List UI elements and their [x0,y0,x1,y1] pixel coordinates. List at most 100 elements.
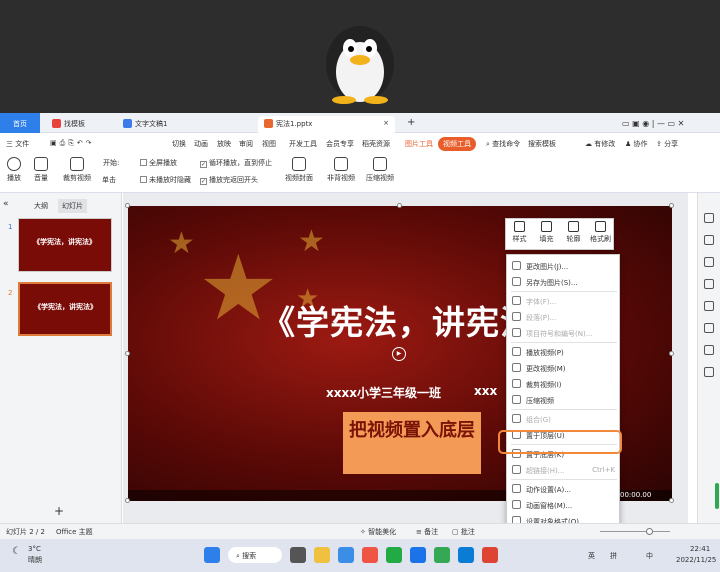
video-play-icon[interactable]: ▶ [392,347,406,361]
compress-button[interactable]: 压缩视频 [363,157,397,183]
file-menu[interactable]: 三 文件 [6,139,29,149]
menu-item[interactable]: 切换 [172,139,186,149]
tab-outline[interactable]: 大纲 [34,201,48,211]
context-menu-item[interactable]: 更改图片(J)... [507,258,619,274]
play-button[interactable]: 播放 [4,157,24,183]
window-controls[interactable]: ▭ ▣ ◉ | — ▭ ✕ [616,116,690,133]
ime-extra[interactable]: 中 [646,551,653,561]
select-icon[interactable] [704,279,714,289]
wechat-icon[interactable] [386,547,402,563]
rewind-checkbox[interactable]: ✓ 播放完返回开头 [200,175,258,185]
resize-handle[interactable] [125,203,130,208]
search-template[interactable]: 搜索模板 [528,139,556,149]
context-menu-item[interactable]: 播放视频(P) [507,344,619,360]
fullscreen-checkbox[interactable]: 全屏播放 [140,158,177,168]
hide-checkbox[interactable]: 未播放时隐藏 [140,175,191,185]
animation-icon[interactable] [704,257,714,267]
resize-handle[interactable] [125,498,130,503]
share-button[interactable]: ⇪ 分享 [656,139,678,149]
slide-thumb-2[interactable]: 《学宪法，讲宪法》 [18,282,112,336]
new-tab-button[interactable]: + [401,114,421,131]
slide-subtitle[interactable]: xxxx小学三年级一班 [326,384,441,401]
quick-access-icons[interactable]: ▣⎙⎘↶↷ [50,139,95,148]
tab-home[interactable]: 首页 [0,113,40,133]
explorer-icon[interactable] [314,547,330,563]
context-menu-item[interactable]: 压缩视频 [507,392,619,408]
cover-button[interactable]: 视频封面 [282,157,316,183]
context-menu-item[interactable]: 另存为图片(S)... [507,274,619,290]
scrollbar[interactable] [715,483,719,509]
tab-slides[interactable]: 幻灯片 [58,199,87,213]
add-slide-button[interactable]: + [54,504,64,518]
menu-video-tools[interactable]: 视频工具 [438,137,476,151]
edge-icon[interactable] [458,547,474,563]
menu-item[interactable]: 放映 [217,139,231,149]
context-menu-item[interactable]: 段落(P)... [507,309,619,325]
outline-button[interactable]: 轮廓 [561,221,586,244]
notes-button[interactable]: ≡ 备注 [416,527,438,537]
taskview-icon[interactable] [290,547,306,563]
clock-date[interactable]: 2022/11/25 [676,556,716,564]
unsaved-status[interactable]: ☁ 有修改 [585,139,615,149]
bg-video-button[interactable]: 非背视频 [324,157,358,183]
menu-item[interactable]: 开发工具 [289,139,317,149]
design-icon[interactable] [704,235,714,245]
menu-image-tools[interactable]: 图片工具 [405,139,433,149]
help-icon[interactable] [704,345,714,355]
taskbar-search[interactable]: ⌕ 搜索 [228,547,282,563]
context-menu-item[interactable]: 组合(G) [507,411,619,427]
context-menu-item[interactable]: 字体(F)... [507,293,619,309]
context-menu-item[interactable]: 超链接(H)... Ctrl+K [507,462,619,478]
loop-checkbox[interactable]: ✓ 循环播放，直到停止 [200,158,272,168]
tab-document[interactable]: 文字文稿1 [117,116,173,133]
style-button[interactable]: 样式 [507,221,532,244]
menu-item[interactable]: 视图 [262,139,276,149]
tab-pptx[interactable]: 宪法1.pptx × [258,116,395,133]
start-select[interactable]: 单击 [102,175,116,185]
clip-video-button[interactable]: 裁剪视频 [60,157,94,183]
resize-handle[interactable] [397,203,402,208]
menu-item[interactable]: 动画 [194,139,208,149]
slide-title[interactable]: 《学宪法，讲宪法 [262,296,534,344]
property-icon[interactable] [704,213,714,223]
app-icon[interactable] [410,547,426,563]
resize-handle[interactable] [669,498,674,503]
resize-handle[interactable] [669,203,674,208]
resize-handle[interactable] [125,351,130,356]
resize-handle[interactable] [669,351,674,356]
app-icon[interactable] [338,547,354,563]
format-painter-button[interactable]: 格式刷 [588,221,613,244]
clock-time[interactable]: 22:41 [690,545,710,553]
lang-indicator[interactable]: 英 [588,551,595,561]
context-menu-item[interactable]: 动作设置(A)... [507,481,619,497]
fill-button[interactable]: 填充 [534,221,559,244]
slide-thumb-1[interactable]: 《学宪法，讲宪法》 [18,218,112,272]
callout-box[interactable]: 把视频置入底层 [343,412,481,474]
menu-item[interactable]: 会员专享 [326,139,354,149]
context-menu-item[interactable]: 裁剪视频(I) [507,376,619,392]
slide-subtitle-2[interactable]: xxx [474,384,497,398]
context-menu-item[interactable]: 更改视频(M) [507,360,619,376]
collapse-icon[interactable]: « [3,199,9,209]
zoom-slider[interactable] [600,531,670,532]
menu-item[interactable]: 稻壳资源 [362,139,390,149]
location-icon[interactable] [704,301,714,311]
zoom-thumb[interactable] [646,528,653,535]
wps-icon[interactable] [482,547,498,563]
menu-item[interactable]: 审阅 [239,139,253,149]
app-icon[interactable] [362,547,378,563]
ime-indicator[interactable]: 拼 [610,551,617,561]
collab-button[interactable]: ♟ 协作 [625,139,648,149]
context-menu-item[interactable]: 项目符号和编号(N)... [507,325,619,341]
comment-button[interactable]: ▢ 批注 [452,527,475,537]
volume-button[interactable]: 音量 [30,157,52,183]
context-menu-item[interactable]: 动画窗格(M)... [507,497,619,513]
more-icon[interactable] [704,367,714,377]
backup-icon[interactable] [704,323,714,333]
close-tab-icon[interactable]: × [383,119,389,127]
chrome-icon[interactable] [434,547,450,563]
search-command[interactable]: ⌕ 查找命令 [486,139,520,149]
beautify-button[interactable]: ✧ 智能美化 [360,527,396,537]
tab-template[interactable]: 找模板 [46,116,91,133]
windows-start-icon[interactable] [204,547,220,563]
